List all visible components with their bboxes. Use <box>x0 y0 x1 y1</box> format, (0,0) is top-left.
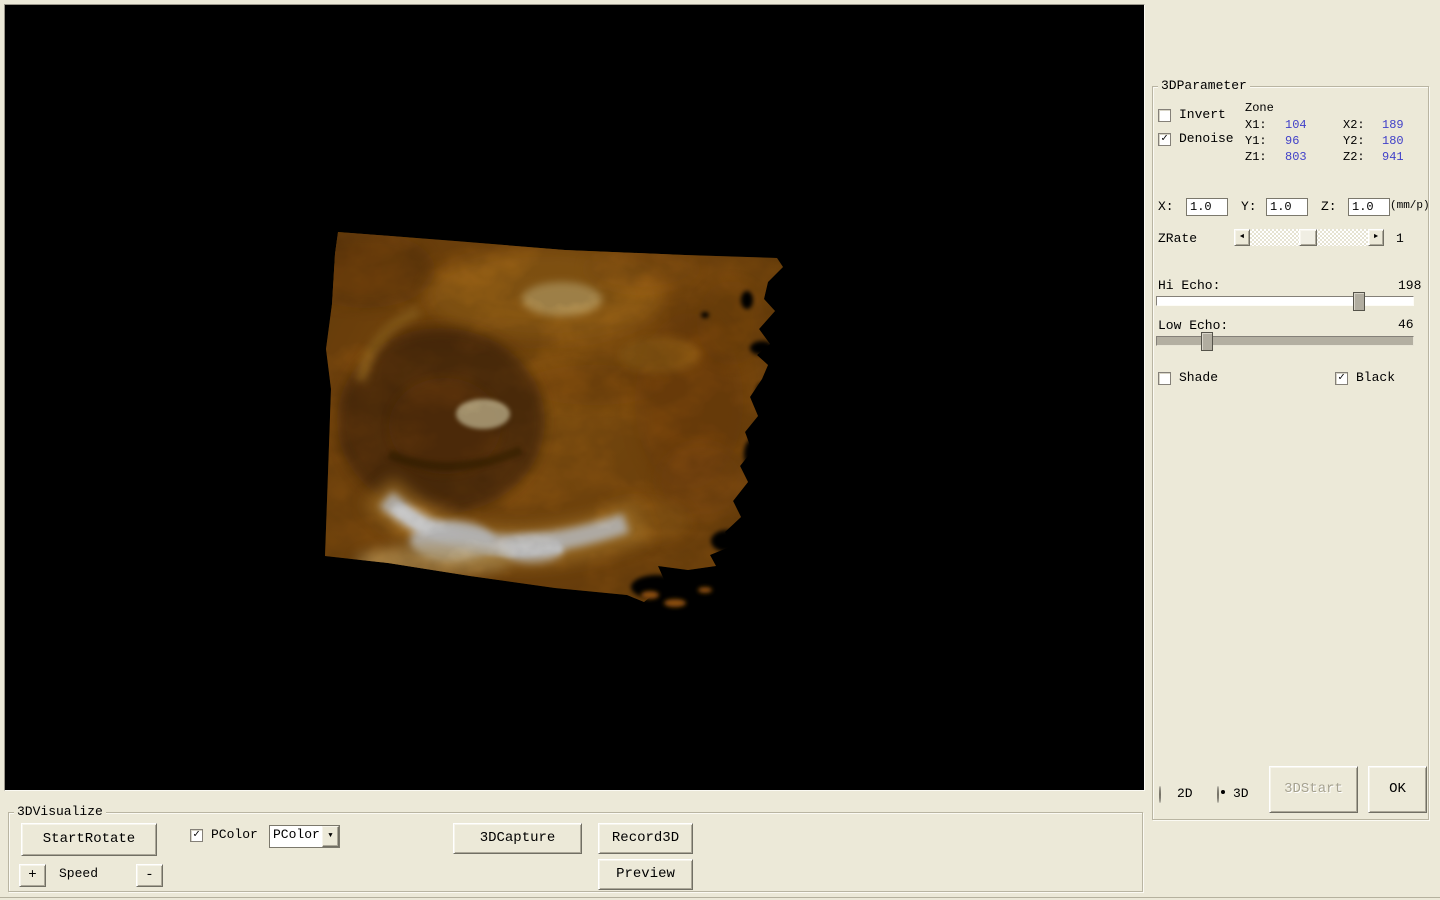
visualize-group-title: 3DVisualize <box>14 805 106 819</box>
zrate-scroll-left-button[interactable]: ◄ <box>1234 229 1250 246</box>
zone-x2-value: 189 <box>1382 118 1404 132</box>
3dcapture-button[interactable]: 3DCapture <box>453 823 582 854</box>
hi-echo-value: 198 <box>1398 278 1422 293</box>
scale-x-label: X: <box>1158 199 1174 214</box>
hi-echo-slider-thumb[interactable] <box>1353 292 1365 311</box>
zone-z1-label: Z1: <box>1245 150 1267 164</box>
pcolor-label: PColor <box>211 827 258 842</box>
low-echo-value: 46 <box>1398 317 1414 332</box>
application-window: { "icons": { "check": "✓", "dropdown_arr… <box>0 0 1440 900</box>
zone-y2-value: 180 <box>1382 134 1404 148</box>
check-icon: ✓ <box>193 828 200 841</box>
check-icon: ✓ <box>1161 132 1168 145</box>
record3d-button[interactable]: Record3D <box>598 823 693 854</box>
speed-plus-button[interactable]: + <box>19 864 46 887</box>
check-icon: ✓ <box>1338 371 1345 384</box>
pcolor-checkbox[interactable]: ✓ <box>190 829 203 842</box>
zrate-scroll-thumb[interactable] <box>1299 229 1317 246</box>
mode-3d-radio[interactable] <box>1217 786 1225 803</box>
pcolor-dropdown-button[interactable]: ▼ <box>322 826 339 847</box>
parameter-group-title: 3DParameter <box>1158 79 1250 93</box>
pcolor-dropdown-value: PColor <box>273 827 320 842</box>
scale-z-input[interactable] <box>1348 198 1390 216</box>
parameter-groupbox: 3DParameter ✓ Invert ✓ Denoise Zone X1: … <box>1152 79 1430 820</box>
speed-minus-button[interactable]: - <box>136 864 163 887</box>
invert-checkbox[interactable]: ✓ <box>1158 109 1171 122</box>
speed-label: Speed <box>59 866 99 881</box>
pcolor-dropdown[interactable]: PColor ▼ <box>269 825 340 848</box>
zone-y2-label: Y2: <box>1343 134 1365 148</box>
zone-z2-label: Z2: <box>1343 150 1365 164</box>
mode-3d-label: 3D <box>1233 786 1249 801</box>
zone-x2-label: X2: <box>1343 118 1365 132</box>
denoise-checkbox[interactable]: ✓ <box>1158 133 1171 146</box>
window-bottom-edge <box>0 897 1440 898</box>
zrate-scroll-right-button[interactable]: ► <box>1368 229 1384 246</box>
low-echo-slider-track[interactable] <box>1156 336 1414 346</box>
zrate-value: 1 <box>1396 231 1404 246</box>
zone-y1-value: 96 <box>1285 134 1300 148</box>
zone-title: Zone <box>1245 101 1274 115</box>
zone-x1-label: X1: <box>1245 118 1267 132</box>
preview-button[interactable]: Preview <box>598 859 693 890</box>
zone-z1-value: 803 <box>1285 150 1307 164</box>
ok-button[interactable]: OK <box>1368 766 1427 813</box>
denoise-label: Denoise <box>1179 131 1234 146</box>
ultrasound-volume-render[interactable] <box>5 5 1144 790</box>
zone-x1-value: 104 <box>1285 118 1307 132</box>
zone-y1-label: Y1: <box>1245 134 1267 148</box>
3dstart-button[interactable]: 3DStart <box>1269 766 1358 813</box>
hi-echo-label: Hi Echo: <box>1158 278 1221 293</box>
start-rotate-button[interactable]: StartRotate <box>21 823 157 856</box>
low-echo-label: Low Echo: <box>1158 318 1229 333</box>
black-label: Black <box>1356 370 1396 385</box>
scale-z-label: Z: <box>1321 199 1337 214</box>
invert-label: Invert <box>1179 107 1226 122</box>
zrate-scrollbar[interactable]: ◄ ► <box>1234 229 1384 246</box>
scale-x-input[interactable] <box>1186 198 1228 216</box>
visualize-groupbox: 3DVisualize StartRotate + Speed - ✓ PCol… <box>8 805 1143 892</box>
shade-label: Shade <box>1179 370 1219 385</box>
scale-y-input[interactable] <box>1266 198 1308 216</box>
scale-y-label: Y: <box>1241 199 1257 214</box>
zrate-label: ZRate <box>1158 231 1198 246</box>
mode-2d-label: 2D <box>1177 786 1193 801</box>
hi-echo-slider-track[interactable] <box>1156 296 1414 306</box>
zone-z2-value: 941 <box>1382 150 1404 164</box>
scroll-right-icon: ► <box>1373 233 1379 242</box>
shade-checkbox[interactable]: ✓ <box>1158 372 1171 385</box>
low-echo-slider-thumb[interactable] <box>1201 332 1213 351</box>
mode-2d-radio[interactable] <box>1159 786 1161 803</box>
render-viewport[interactable] <box>4 4 1145 791</box>
black-checkbox[interactable]: ✓ <box>1335 372 1348 385</box>
scale-unit-label: (mm/p) <box>1390 200 1430 212</box>
scroll-left-icon: ◄ <box>1239 233 1245 242</box>
zrate-scroll-track[interactable] <box>1250 229 1368 246</box>
chevron-down-icon: ▼ <box>328 832 333 841</box>
